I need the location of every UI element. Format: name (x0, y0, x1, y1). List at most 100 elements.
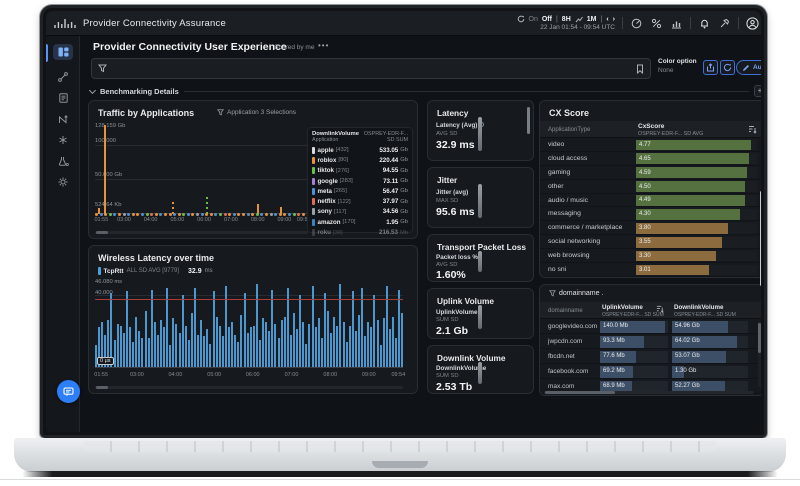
wireless-latency-bar (401, 313, 403, 367)
page-scrollbar[interactable] (760, 191, 761, 286)
kpi-title: Jitter (437, 175, 457, 185)
legend-item-sony[interactable]: sony[117]34.56Gb (312, 207, 408, 217)
cx-row-gaming[interactable]: gaming4.59 (540, 166, 761, 180)
legend-item-roblox[interactable]: roblox[80]220.44Gb (312, 155, 408, 165)
author-mode-button[interactable]: Author (736, 60, 761, 75)
cx-row-video[interactable]: video4.77 (540, 138, 761, 152)
time-prev-button[interactable]: ‹ (606, 16, 608, 23)
time-next-button[interactable]: › (613, 16, 615, 23)
wireless-latency-bar (290, 335, 292, 367)
sidebar-item-dashboards[interactable] (53, 44, 73, 60)
wireless-latency-bar (141, 338, 143, 367)
legend-item-netflix[interactable]: netflix[122]37.97Gb (312, 196, 408, 206)
nav-sidebar (46, 36, 80, 432)
table-row-partial[interactable] (540, 394, 761, 396)
domain-table-hscrollbar[interactable] (544, 391, 754, 394)
filter-input[interactable] (91, 58, 651, 79)
bookmark-icon[interactable] (636, 64, 644, 74)
range-8h[interactable]: 8H (562, 16, 571, 23)
tools-percent-icon[interactable] (650, 17, 663, 30)
legend-item-meta[interactable]: meta[265]56.47Gb (312, 186, 408, 196)
traffic-dot (247, 213, 250, 216)
legend-item-amazon[interactable]: amazon[170]1.95Gb (312, 217, 408, 227)
traffic-dot (302, 213, 305, 216)
color-option-control[interactable]: Color option None (658, 58, 697, 74)
traffic-chart[interactable]: 128.159 Gb 100.000 50.000 Gb 524.64 Kb (95, 125, 308, 214)
dashboard-grid-icon (58, 47, 69, 57)
wireless-legend[interactable]: TcpRtt ALL SD AVG [9779] 32.9 ms (98, 267, 213, 275)
wireless-hscrollbar[interactable] (95, 386, 403, 389)
sidebar-item-topology[interactable] (53, 69, 73, 85)
sort-filter-icon[interactable] (748, 125, 757, 134)
add-panel-button[interactable]: + (754, 85, 761, 97)
sidebar-item-reports[interactable] (53, 90, 73, 106)
help-chat-button[interactable] (57, 380, 80, 403)
live-on-toggle[interactable]: On (529, 16, 538, 23)
user-avatar[interactable] (746, 17, 759, 30)
notifications-bell-icon[interactable] (698, 17, 711, 30)
legend-item-tiktok[interactable]: tiktok[276]94.55Gb (312, 166, 408, 176)
wireless-latency-bar (262, 318, 264, 367)
chevron-down-icon[interactable] (89, 86, 96, 93)
refresh-button[interactable] (720, 60, 735, 75)
gauge-icon[interactable] (630, 17, 643, 30)
divider (738, 17, 739, 29)
sidebar-item-settings[interactable] (53, 174, 73, 190)
cx-row-audio-music[interactable]: audio / music4.49 (540, 194, 761, 208)
col-downlink[interactable]: DownlinkVolume (674, 304, 723, 311)
domainname-filter-chip[interactable]: domainname . (549, 290, 603, 297)
domain-table-vscrollbar[interactable] (758, 321, 761, 387)
legend-item-roku[interactable]: roku[38]216.53Mb (312, 227, 408, 237)
traffic-dot (270, 213, 273, 216)
sort-filter-icon[interactable] (656, 305, 664, 313)
traffic-spike (172, 199, 174, 214)
series-color-chip (98, 267, 101, 275)
wireless-latency-bar (315, 327, 317, 367)
cx-row-no-sni[interactable]: no sni3.01 (540, 263, 761, 277)
sidebar-item-tests[interactable] (53, 153, 73, 169)
time-range-control[interactable]: On Off | 8H 1M | ‹ › 22 Jan 01:54 - 09:5… (517, 15, 615, 31)
table-row-fbcdn[interactable]: fbcdn.net 77.6 Mb 53.07 Gb (540, 349, 761, 364)
wireless-latency-bar (253, 326, 255, 367)
cx-row-messaging[interactable]: messaging4.30 (540, 207, 761, 221)
col-domainname[interactable]: domainname (548, 308, 583, 314)
pin-icon[interactable] (718, 17, 731, 30)
wireless-chart[interactable]: 0 μs (95, 284, 403, 368)
compare-1m[interactable]: 1M (587, 16, 597, 23)
sidebar-item-services[interactable] (53, 132, 73, 148)
live-off-toggle[interactable]: Off (542, 16, 552, 23)
cx-row-web-browsing[interactable]: web browsing3.30 (540, 249, 761, 263)
traffic-dot (141, 213, 144, 216)
table-row-googlevideo[interactable]: googlevideo.com 140.0 Mb 54.96 Gb (540, 319, 761, 334)
filter-funnel-icon (217, 109, 224, 116)
y-axis-zero-badge: 0 μs (97, 357, 114, 365)
cx-row-social-networking[interactable]: social networking3.55 (540, 235, 761, 249)
cx-score-bar: 4.77 (636, 140, 751, 151)
col-cxscore[interactable]: CxScore (638, 123, 664, 130)
wireless-latency-bar (219, 326, 221, 367)
sidebar-item-flows[interactable] (53, 111, 73, 127)
table-row-facebook[interactable]: facebook.com 69.2 Mb 1.30 Gb (540, 364, 761, 379)
col-uplink[interactable]: UplinkVolume (602, 304, 643, 311)
auto-refresh-icon[interactable] (517, 15, 525, 23)
legend-item-apple[interactable]: apple[432]533.05Gb (312, 145, 408, 155)
traffic-hscrollbar[interactable] (95, 231, 308, 234)
col-application-type[interactable]: ApplicationType (548, 127, 590, 133)
analytics-icon[interactable] (670, 17, 683, 30)
legend-item-google[interactable]: google[283]73.11Gb (312, 176, 408, 186)
cx-row-commerce[interactable]: commerce / marketplace3.80 (540, 221, 761, 235)
kpi-scrollbar[interactable] (527, 107, 530, 134)
wireless-latency-bar (151, 290, 153, 367)
application-filter-chip[interactable]: Application 3 Selections (217, 109, 296, 116)
table-row-jwpcdn[interactable]: jwpcdn.com 93.3 Mb 64.02 Gb (540, 334, 761, 349)
traffic-dot (279, 213, 282, 216)
traffic-dot (155, 213, 158, 216)
kpi-distribution-bar (478, 184, 482, 218)
cx-row-cloud-access[interactable]: cloud access4.65 (540, 152, 761, 166)
more-menu-button[interactable]: ••• (318, 41, 329, 50)
wireless-latency-bar (398, 290, 400, 367)
traffic-dot (205, 213, 208, 216)
export-button[interactable] (703, 60, 718, 75)
wireless-latency-bar (333, 317, 335, 367)
cx-row-other[interactable]: other4.50 (540, 180, 761, 194)
